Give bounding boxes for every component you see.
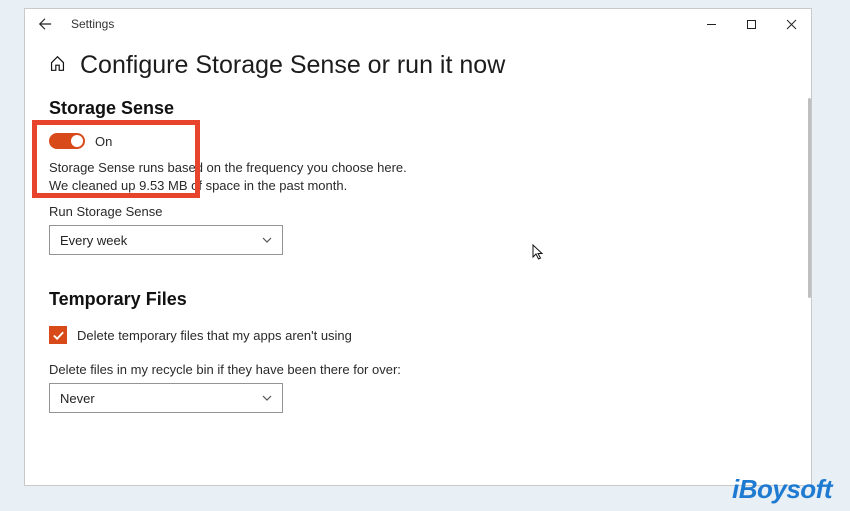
recycle-bin-label: Delete files in my recycle bin if they h…	[49, 362, 773, 377]
delete-temp-files-label: Delete temporary files that my apps aren…	[77, 328, 352, 343]
home-icon[interactable]	[49, 55, 66, 77]
storage-sense-heading: Storage Sense	[49, 98, 773, 119]
page-header: Configure Storage Sense or run it now	[25, 39, 811, 98]
app-title: Settings	[71, 17, 114, 31]
content-wrapper: Storage Sense On Storage Sense runs base…	[25, 98, 811, 485]
settings-window: Settings Configure Storage Sense or run …	[24, 8, 812, 486]
content-area: Storage Sense On Storage Sense runs base…	[25, 98, 797, 485]
storage-sense-toggle-row: On	[49, 133, 773, 149]
storage-sense-toggle[interactable]	[49, 133, 85, 149]
window-controls	[691, 9, 811, 39]
arrow-left-icon	[38, 17, 52, 31]
scrollbar-thumb[interactable]	[808, 98, 811, 298]
chevron-down-icon	[262, 235, 272, 246]
check-icon	[52, 329, 65, 342]
recycle-bin-value: Never	[60, 391, 95, 406]
toggle-knob	[71, 135, 83, 147]
close-icon	[786, 19, 797, 30]
storage-sense-description: Storage Sense runs based on the frequenc…	[49, 159, 409, 194]
minimize-button[interactable]	[691, 9, 731, 39]
minimize-icon	[706, 19, 717, 30]
maximize-button[interactable]	[731, 9, 771, 39]
close-button[interactable]	[771, 9, 811, 39]
storage-sense-section: Storage Sense On Storage Sense runs base…	[49, 98, 773, 255]
run-storage-sense-label: Run Storage Sense	[49, 204, 773, 219]
temporary-files-section: Temporary Files Delete temporary files t…	[49, 289, 773, 413]
temporary-files-heading: Temporary Files	[49, 289, 773, 310]
back-button[interactable]	[25, 9, 65, 39]
recycle-bin-select[interactable]: Never	[49, 383, 283, 413]
delete-temp-files-row: Delete temporary files that my apps aren…	[49, 326, 773, 344]
titlebar: Settings	[25, 9, 811, 39]
chevron-down-icon	[262, 393, 272, 404]
run-storage-sense-select[interactable]: Every week	[49, 225, 283, 255]
storage-sense-toggle-label: On	[95, 134, 112, 149]
maximize-icon	[746, 19, 757, 30]
run-storage-sense-value: Every week	[60, 233, 127, 248]
scrollbar[interactable]	[797, 98, 811, 485]
delete-temp-files-checkbox[interactable]	[49, 326, 67, 344]
page-title: Configure Storage Sense or run it now	[80, 51, 505, 80]
